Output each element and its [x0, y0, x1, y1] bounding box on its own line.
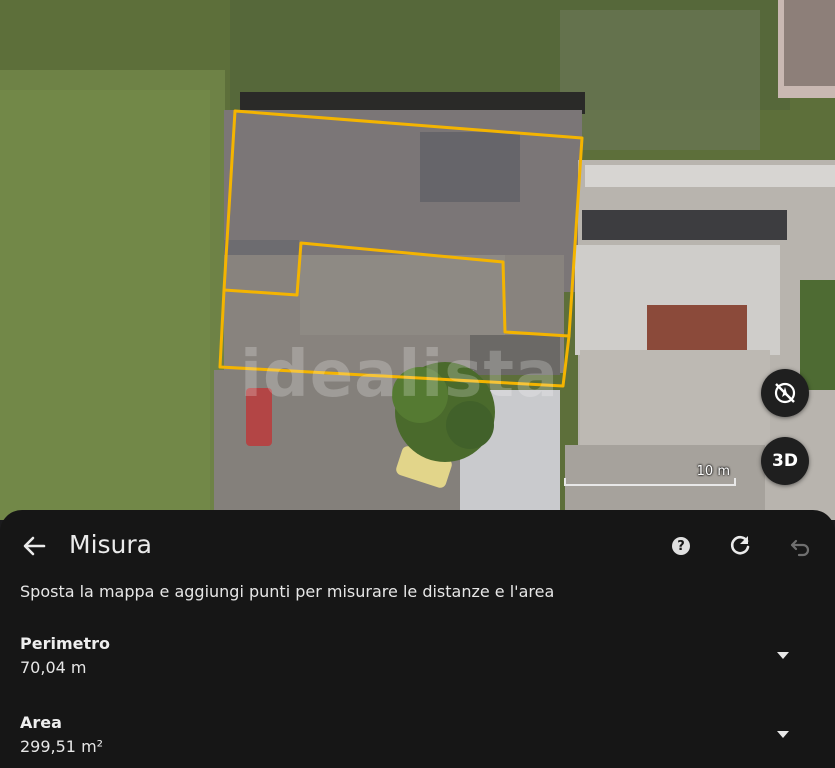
scale-label: 10 m [696, 464, 730, 479]
back-button[interactable] [20, 532, 48, 560]
area-label: Area [20, 713, 62, 732]
undo-icon [790, 539, 810, 557]
reset-button[interactable] [726, 532, 754, 560]
refresh-icon [730, 535, 750, 555]
perimeter-value: 70,04 m [20, 658, 87, 677]
compass-button[interactable] [761, 369, 809, 417]
perimeter-row[interactable]: Perimetro 70,04 m [20, 634, 815, 677]
satellite-map[interactable]: idealista 10 m 3D [0, 0, 835, 520]
area-chevron-down-icon[interactable] [777, 731, 789, 738]
panel-header: Misura ? [0, 510, 835, 580]
map-scale: 10 m [564, 462, 736, 490]
view-3d-button[interactable]: 3D [761, 437, 809, 485]
instructions-text: Sposta la mappa e aggiungi punti per mis… [20, 582, 555, 601]
panel-title: Misura [69, 530, 152, 559]
arrow-back-icon [23, 536, 46, 556]
help-icon: ? [672, 537, 690, 555]
perimeter-chevron-down-icon[interactable] [777, 652, 789, 659]
area-row[interactable]: Area 299,51 m² [20, 713, 815, 756]
undo-button[interactable] [786, 532, 814, 560]
scale-bar [564, 478, 736, 486]
compass-reset-icon [774, 382, 796, 404]
measure-panel: Misura ? Sposta la mappa e aggiungi punt… [0, 510, 835, 768]
area-value: 299,51 m² [20, 737, 104, 756]
satellite-imagery [0, 0, 835, 520]
help-button[interactable]: ? [667, 532, 695, 560]
perimeter-label: Perimetro [20, 634, 111, 653]
